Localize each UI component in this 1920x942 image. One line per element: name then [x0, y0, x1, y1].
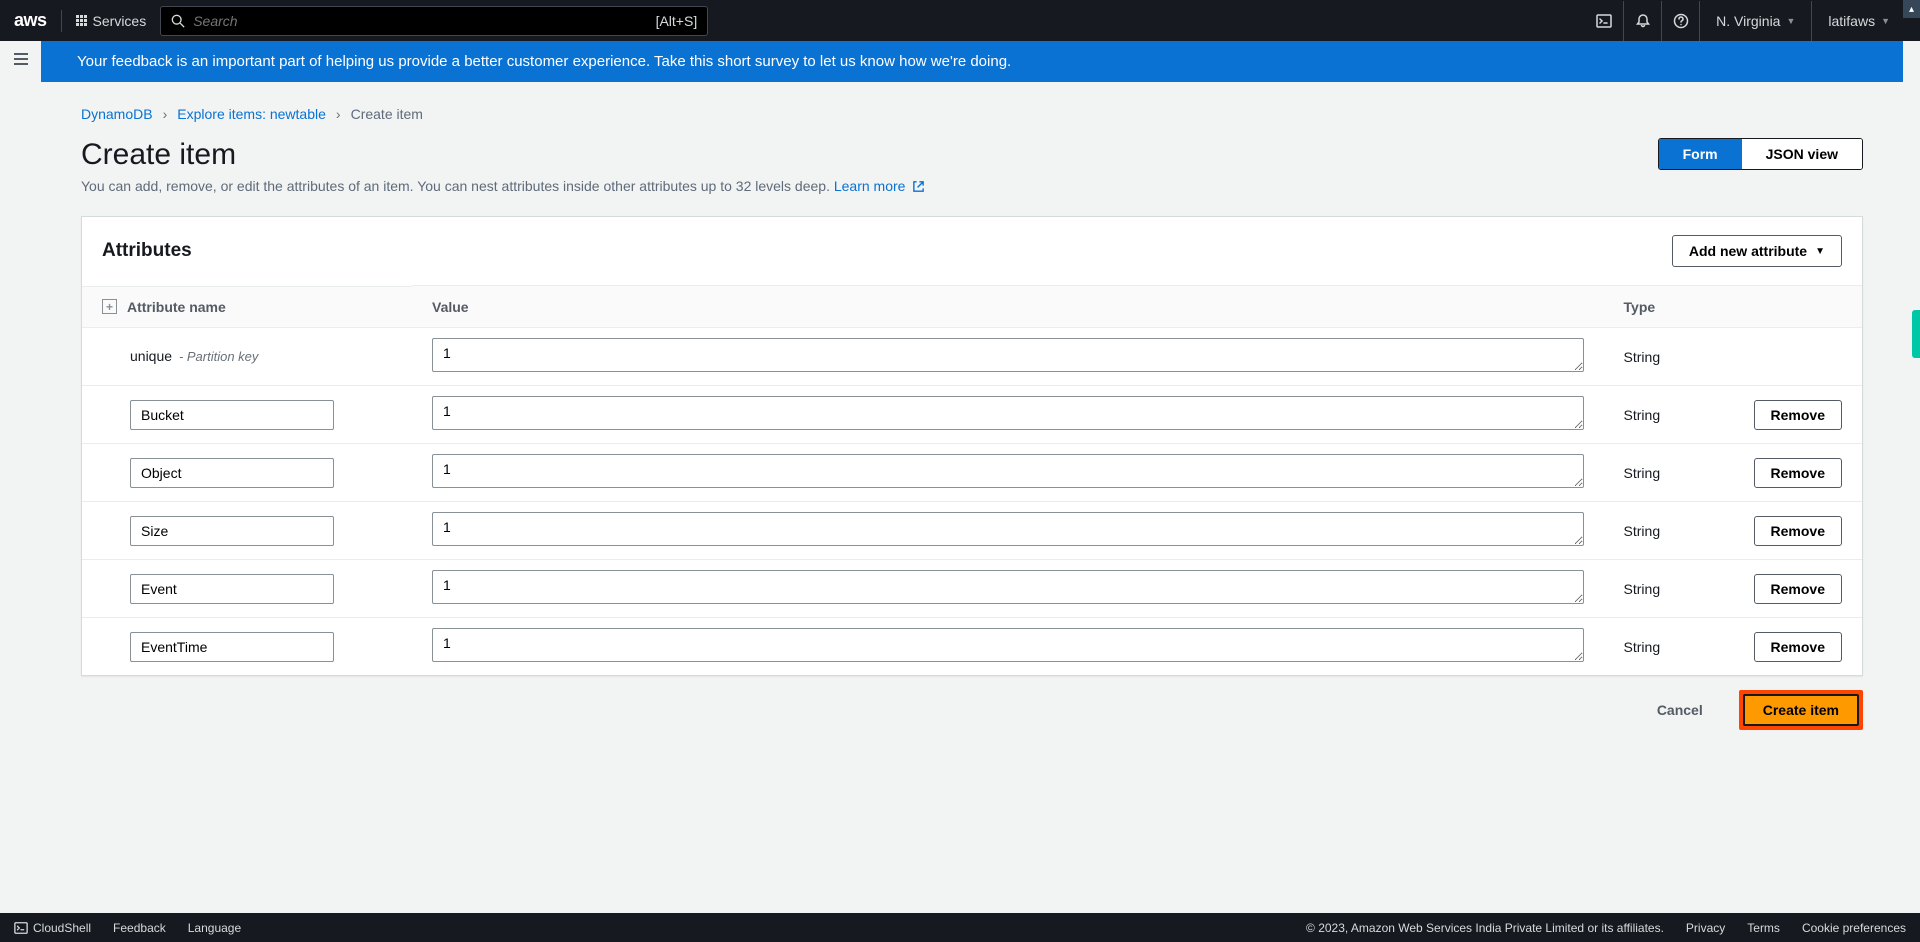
- attribute-type: String: [1624, 465, 1661, 481]
- search-input[interactable]: [193, 13, 655, 29]
- footer-cookie[interactable]: Cookie preferences: [1802, 921, 1906, 935]
- form-view-button[interactable]: Form: [1659, 139, 1742, 169]
- banner-text: Your feedback is an important part of he…: [77, 53, 1011, 70]
- main-content: Your feedback is an important part of he…: [41, 41, 1903, 913]
- chevron-right-icon: ›: [336, 106, 341, 122]
- footer-bar: CloudShell Feedback Language © 2023, Ama…: [0, 913, 1920, 942]
- footer-copyright: © 2023, Amazon Web Services India Privat…: [1306, 921, 1664, 935]
- chevron-down-icon: ▼: [1786, 16, 1795, 26]
- table-row: String Remove: [82, 386, 1862, 444]
- services-menu[interactable]: Services: [76, 13, 147, 29]
- remove-button[interactable]: Remove: [1754, 458, 1842, 488]
- divider: [61, 10, 62, 32]
- footer-privacy[interactable]: Privacy: [1686, 921, 1725, 935]
- table-row: String Remove: [82, 618, 1862, 676]
- attribute-name-input[interactable]: [130, 400, 334, 430]
- account-menu[interactable]: latifaws ▼: [1811, 1, 1906, 41]
- topbar: aws Services [Alt+S] N. Virginia ▼ latif…: [0, 0, 1920, 41]
- attribute-value-input[interactable]: [432, 570, 1584, 604]
- footer-language[interactable]: Language: [188, 921, 241, 935]
- attribute-type: String: [1624, 407, 1661, 423]
- chevron-down-icon: ▼: [1815, 246, 1825, 257]
- attributes-table: + Attribute name Value Type unique - Par…: [82, 285, 1862, 675]
- form-actions: Cancel Create item: [81, 690, 1863, 730]
- scrollbar-track[interactable]: [1903, 41, 1920, 913]
- attribute-value-input[interactable]: [432, 338, 1584, 372]
- search-box[interactable]: [Alt+S]: [160, 6, 708, 36]
- table-row: String Remove: [82, 560, 1862, 618]
- breadcrumb-explore[interactable]: Explore items: newtable: [177, 106, 326, 122]
- attribute-type: String: [1624, 581, 1661, 597]
- table-row: String Remove: [82, 444, 1862, 502]
- chevron-right-icon: ›: [163, 106, 168, 122]
- grid-icon: [76, 15, 87, 26]
- sidebar-toggle[interactable]: [0, 41, 41, 77]
- col-value-header: Value: [412, 286, 1604, 328]
- attribute-value-input[interactable]: [432, 454, 1584, 488]
- breadcrumb-current: Create item: [351, 106, 423, 122]
- table-row: String Remove: [82, 502, 1862, 560]
- attribute-value-input[interactable]: [432, 628, 1584, 662]
- expand-all-icon[interactable]: +: [102, 299, 117, 314]
- remove-button[interactable]: Remove: [1754, 400, 1842, 430]
- attributes-card: Attributes Add new attribute ▼ + Attribu…: [81, 216, 1863, 676]
- remove-button[interactable]: Remove: [1754, 574, 1842, 604]
- attribute-value-input[interactable]: [432, 512, 1584, 546]
- create-button-highlight: Create item: [1739, 690, 1863, 730]
- footer-terms[interactable]: Terms: [1747, 921, 1780, 935]
- feedback-banner: Your feedback is an important part of he…: [41, 41, 1903, 82]
- help-icon[interactable]: [1661, 1, 1699, 41]
- remove-button[interactable]: Remove: [1754, 632, 1842, 662]
- account-label: latifaws: [1828, 13, 1875, 29]
- view-toggle: Form JSON view: [1658, 138, 1863, 170]
- aws-logo[interactable]: aws: [14, 10, 47, 31]
- page-title: Create item: [81, 138, 236, 172]
- breadcrumb-dynamodb[interactable]: DynamoDB: [81, 106, 153, 122]
- add-attribute-button[interactable]: Add new attribute ▼: [1672, 235, 1842, 267]
- region-selector[interactable]: N. Virginia ▼: [1699, 1, 1811, 41]
- attribute-value-input[interactable]: [432, 396, 1584, 430]
- partition-key-label: unique - Partition key: [130, 348, 258, 364]
- services-label: Services: [93, 13, 147, 29]
- scroll-up-button[interactable]: [1903, 0, 1920, 18]
- col-name-header: Attribute name: [127, 299, 226, 315]
- attribute-name-input[interactable]: [130, 516, 334, 546]
- side-panel-tab[interactable]: [1912, 310, 1920, 358]
- cloudshell-icon[interactable]: [1585, 1, 1623, 41]
- remove-button[interactable]: Remove: [1754, 516, 1842, 546]
- attribute-name-input[interactable]: [130, 574, 334, 604]
- search-hint: [Alt+S]: [656, 13, 698, 29]
- chevron-down-icon: ▼: [1881, 16, 1890, 26]
- col-type-header: Type: [1604, 286, 1734, 328]
- footer-feedback[interactable]: Feedback: [113, 921, 166, 935]
- search-icon: [171, 14, 185, 28]
- attribute-name-input[interactable]: [130, 458, 334, 488]
- external-link-icon: [912, 180, 925, 193]
- region-label: N. Virginia: [1716, 13, 1780, 29]
- cloudshell-icon: [14, 921, 28, 935]
- attribute-type: String: [1624, 349, 1661, 365]
- attribute-type: String: [1624, 523, 1661, 539]
- attribute-name-input[interactable]: [130, 632, 334, 662]
- json-view-button[interactable]: JSON view: [1742, 139, 1862, 169]
- page-subtitle: You can add, remove, or edit the attribu…: [81, 178, 1863, 194]
- card-title: Attributes: [102, 240, 192, 262]
- create-item-button[interactable]: Create item: [1743, 694, 1859, 726]
- table-row: unique - Partition key String: [82, 328, 1862, 386]
- cancel-button[interactable]: Cancel: [1641, 694, 1719, 726]
- attribute-type: String: [1624, 639, 1661, 655]
- breadcrumb: DynamoDB › Explore items: newtable › Cre…: [81, 106, 1863, 122]
- learn-more-link[interactable]: Learn more: [834, 178, 925, 194]
- notifications-icon[interactable]: [1623, 1, 1661, 41]
- footer-cloudshell[interactable]: CloudShell: [14, 921, 91, 935]
